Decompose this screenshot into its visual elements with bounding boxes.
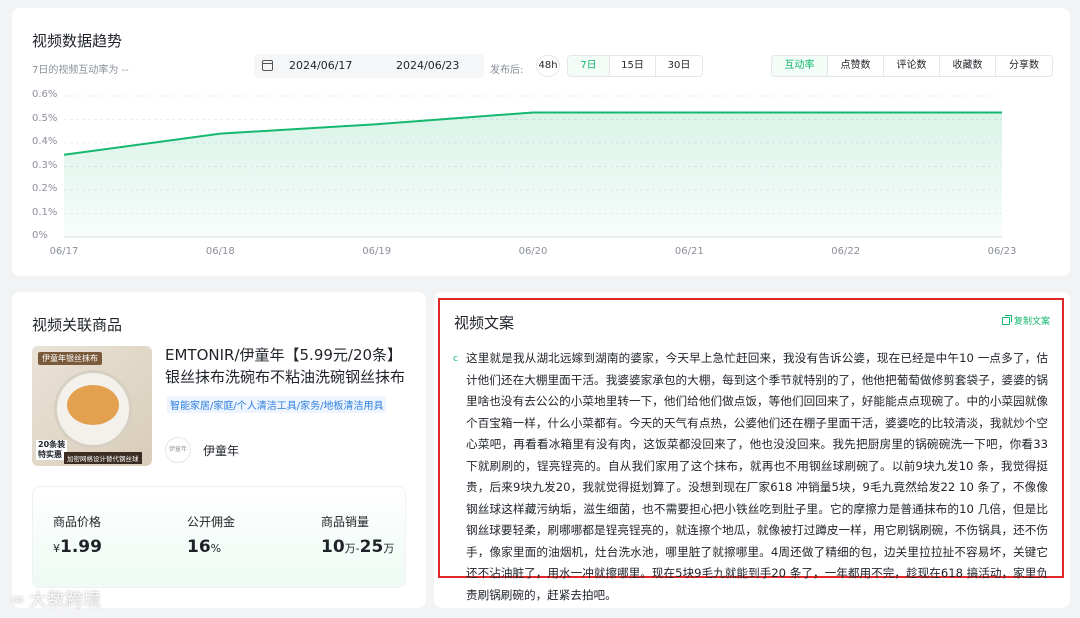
pan-shape: [54, 370, 132, 448]
commission-value: 16%: [187, 537, 222, 557]
series-area: [64, 112, 1002, 237]
trend-card: 视频数据趋势 7日的视频互动率为 -- 2024/06/17 2024/06/2…: [12, 8, 1070, 276]
price-value: ¥1.99: [53, 537, 102, 557]
product-card: 视频关联商品 伊童年银丝抹布 20条装 特实惠 加密网格设计替代钢丝球 EMTO…: [12, 292, 426, 608]
copy-script-label: 复制文案: [1013, 317, 1050, 327]
brand-avatar[interactable]: 伊童年: [165, 437, 191, 463]
product-thumbnail[interactable]: 伊童年银丝抹布 20条装 特实惠 加密网格设计替代钢丝球: [32, 346, 152, 466]
copy-script-button[interactable]: 复制文案: [1001, 314, 1050, 327]
watermark-logo-icon: ∞: [10, 588, 25, 610]
product-name[interactable]: EMTONIR/伊童年【5.99元/20条】银丝抹布洗碗布不粘油洗碗钢丝抹布: [165, 344, 415, 388]
script-text: 这里就是我从湖北远嫁到湖南的婆家，今天早上急忙赶回来，我没有告诉公婆，现在已经是…: [466, 351, 1048, 602]
thumb-badge: 20条装 特实惠: [36, 440, 68, 460]
script-title: 视频文案: [454, 314, 515, 332]
script-card: 视频文案 复制文案 c 这里就是我从湖北远嫁到湖南的婆家，今天早上急忙赶回来，我…: [434, 292, 1070, 608]
product-stats: 商品价格 ¥1.99 公开佣金 16% 商品销量 10万-25万: [32, 486, 406, 588]
brand-name[interactable]: 伊童年: [203, 442, 239, 459]
product-category: 智能家居/家庭/个人清洁工具/家务/地板清洁用具: [167, 396, 387, 413]
sales-label: 商品销量: [321, 515, 370, 529]
product-section-title: 视频关联商品: [32, 316, 123, 334]
thumb-banner: 伊童年银丝抹布: [38, 352, 102, 365]
trend-chart: [63, 95, 1003, 238]
copy-icon: [1001, 314, 1012, 325]
price-label: 商品价格: [53, 515, 102, 529]
thumb-caption: 加密网格设计替代钢丝球: [64, 452, 142, 464]
sales-value: 10万-25万: [321, 537, 395, 557]
commission-label: 公开佣金: [187, 515, 236, 529]
watermark: ∞ 大数跨境: [10, 588, 101, 612]
paragraph-marker: c: [453, 354, 458, 364]
